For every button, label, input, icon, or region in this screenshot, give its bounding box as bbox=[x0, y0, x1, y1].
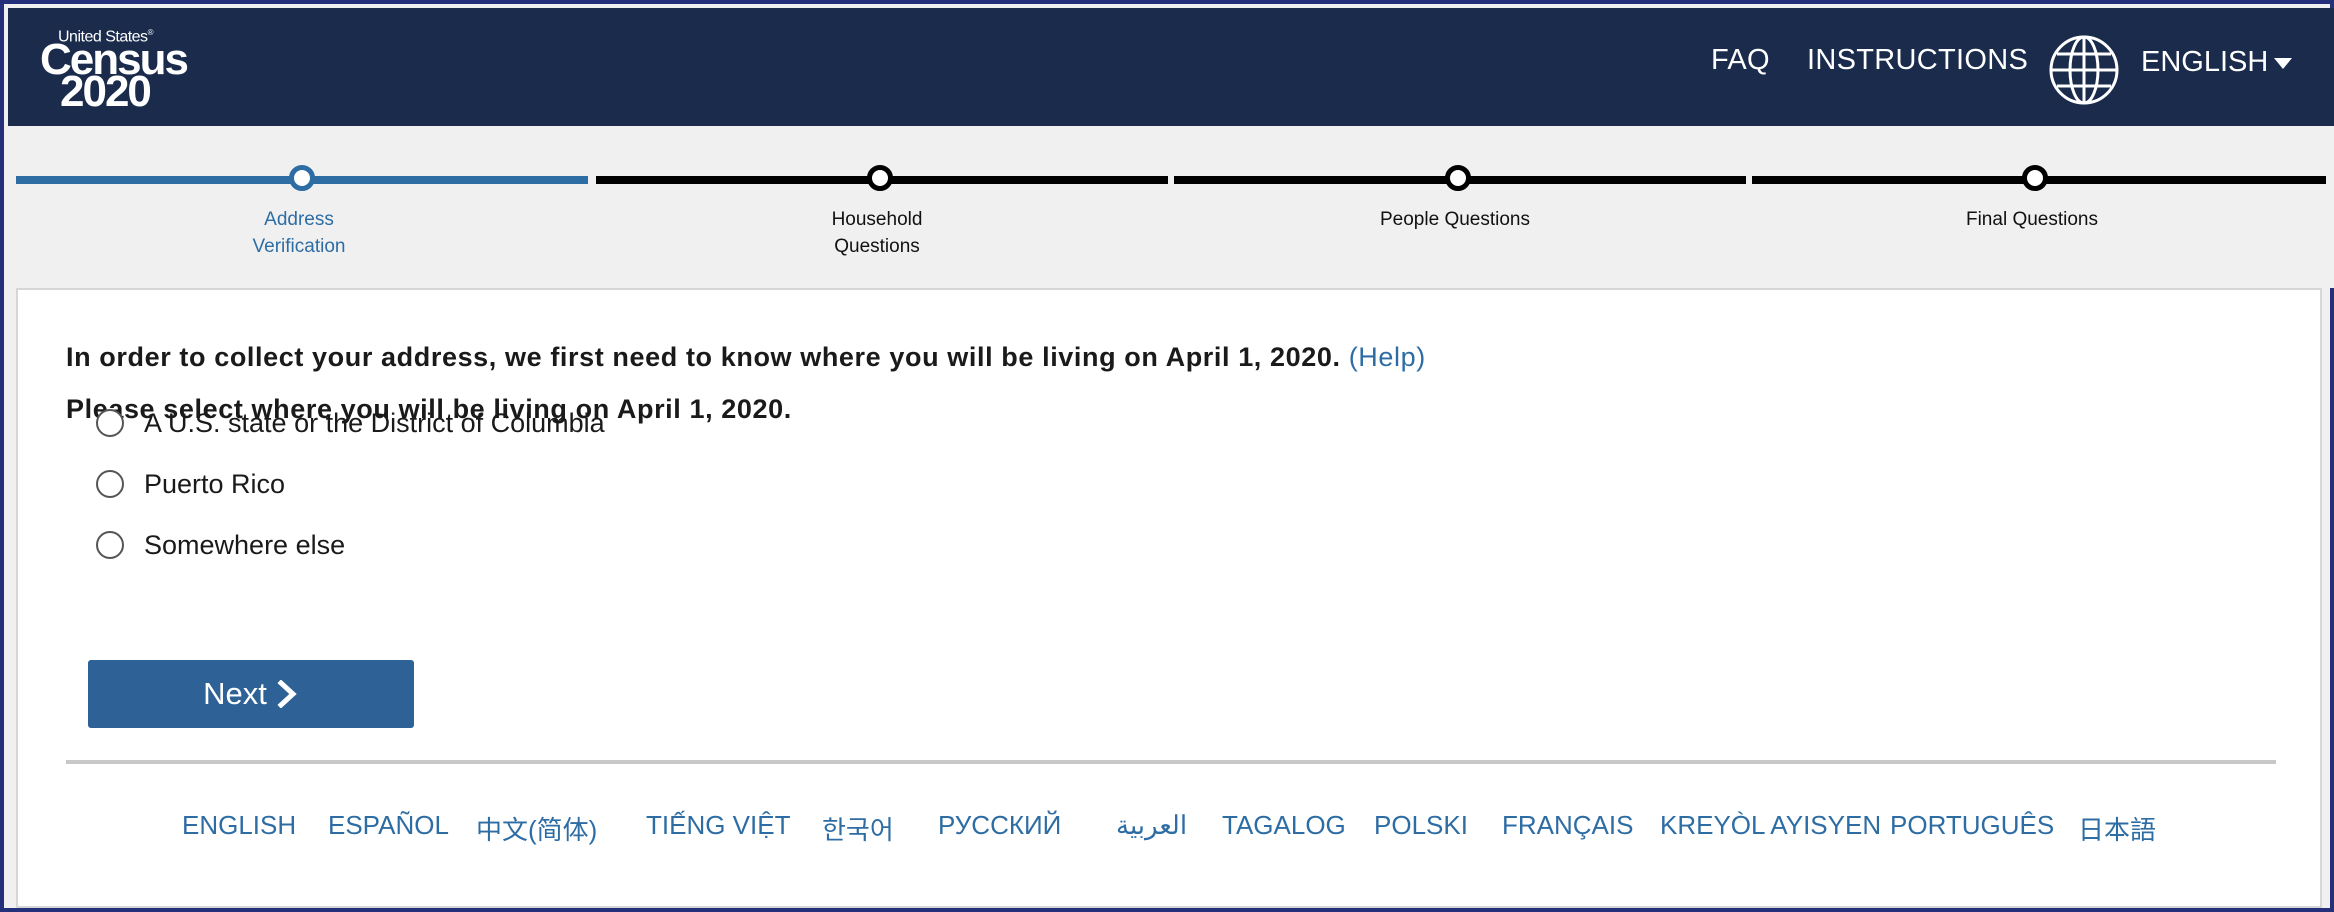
lang-link-russian[interactable]: РУССКИЙ bbox=[938, 810, 1061, 841]
lang-link-spanish[interactable]: ESPAÑOL bbox=[328, 810, 449, 841]
option-us-state[interactable]: A U.S. state or the District of Columbia bbox=[96, 403, 605, 443]
globe-icon[interactable] bbox=[2048, 34, 2120, 106]
question-intro: In order to collect your address, we fir… bbox=[66, 342, 1426, 373]
lang-link-vietnamese[interactable]: TIẾNG VIỆT bbox=[646, 810, 790, 841]
site-header: United States® Census 2020 FAQ INSTRUCTI… bbox=[8, 8, 2334, 126]
lang-link-haitian-creole[interactable]: KREYÒL AYISYEN bbox=[1660, 810, 1881, 841]
lang-link-chinese[interactable]: 中文(简体) bbox=[476, 810, 597, 847]
radio-puerto-rico[interactable] bbox=[96, 470, 124, 498]
radio-us-state[interactable] bbox=[96, 409, 124, 437]
lang-link-korean[interactable]: 한국어 bbox=[822, 810, 894, 847]
step-label-household: Household Questions bbox=[757, 206, 997, 260]
step-dot-address bbox=[289, 165, 315, 191]
option-label: A U.S. state or the District of Columbia bbox=[144, 407, 605, 438]
instructions-link[interactable]: INSTRUCTIONS bbox=[1807, 44, 2028, 77]
language-dropdown-label: ENGLISH bbox=[2141, 46, 2269, 78]
lang-link-portuguese[interactable]: PORTUGUÊS bbox=[1890, 810, 2054, 841]
step-label-line: People Questions bbox=[1380, 209, 1530, 230]
lang-link-french[interactable]: FRANÇAIS bbox=[1502, 810, 1633, 841]
step-label-address: Address Verification bbox=[179, 206, 419, 260]
step-label-line: Final Questions bbox=[1965, 209, 2098, 230]
lang-link-polish[interactable]: POLSKI bbox=[1374, 810, 1468, 841]
lang-link-english[interactable]: ENGLISH bbox=[182, 810, 296, 841]
step-label-line: Address bbox=[264, 209, 334, 230]
question-intro-text: In order to collect your address, we fir… bbox=[66, 342, 1341, 372]
lang-link-tagalog[interactable]: TAGALOG bbox=[1222, 810, 1346, 841]
main-content: In order to collect your address, we fir… bbox=[16, 288, 2322, 908]
caret-down-icon bbox=[2274, 57, 2293, 69]
step-label-people: People Questions bbox=[1335, 206, 1575, 233]
option-label: Puerto Rico bbox=[144, 468, 286, 499]
chevron-right-icon bbox=[277, 680, 297, 708]
lang-link-japanese[interactable]: 日本語 bbox=[2078, 810, 2156, 847]
help-link[interactable]: (Help) bbox=[1349, 342, 1426, 372]
language-links: ENGLISH ESPAÑOL 中文(简体) TIẾNG VIỆT 한국어 РУ… bbox=[18, 810, 2324, 850]
next-button[interactable]: Next bbox=[88, 660, 414, 728]
step-dot-household bbox=[867, 165, 893, 191]
option-puerto-rico[interactable]: Puerto Rico bbox=[96, 464, 285, 504]
lang-link-arabic[interactable]: العربية bbox=[1116, 810, 1187, 841]
step-dot-final bbox=[2022, 165, 2048, 191]
page-frame: United States® Census 2020 FAQ INSTRUCTI… bbox=[0, 0, 2334, 912]
divider bbox=[66, 760, 2276, 764]
logo-year-text: 2020 bbox=[60, 67, 152, 116]
option-label: Somewhere else bbox=[144, 529, 346, 560]
step-label-line: Verification bbox=[252, 236, 346, 257]
step-label-final: Final Questions bbox=[1912, 206, 2152, 233]
next-button-label: Next bbox=[203, 676, 267, 711]
census-logo[interactable]: United States® Census 2020 bbox=[40, 28, 189, 114]
step-label-line: Questions bbox=[834, 236, 920, 257]
faq-link[interactable]: FAQ bbox=[1711, 44, 1770, 77]
language-dropdown[interactable]: ENGLISH bbox=[2141, 46, 2293, 79]
progress-tracker: Address Verification Household Questions… bbox=[8, 126, 2334, 288]
radio-somewhere-else[interactable] bbox=[96, 531, 124, 559]
step-dot-people bbox=[1445, 165, 1471, 191]
option-somewhere-else[interactable]: Somewhere else bbox=[96, 525, 345, 565]
step-label-line: Household bbox=[831, 209, 923, 230]
